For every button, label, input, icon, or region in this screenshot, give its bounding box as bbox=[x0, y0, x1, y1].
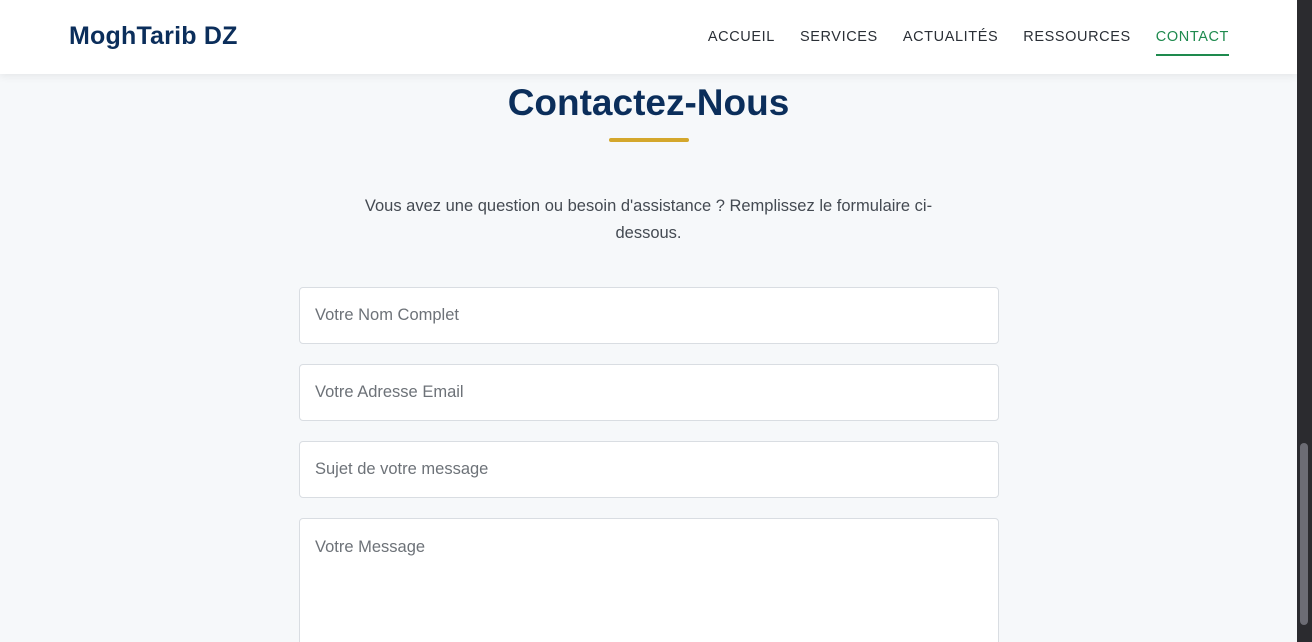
main-nav: ACCUEIL SERVICES ACTUALITÉS RESSOURCES C… bbox=[683, 29, 1229, 56]
scrollbar-thumb[interactable] bbox=[1300, 443, 1308, 625]
nav-item-ressources[interactable]: RESSOURCES bbox=[1023, 29, 1131, 56]
nav-item-contact[interactable]: CONTACT bbox=[1155, 29, 1229, 56]
site-header: MoghTarib DZ ACCUEIL SERVICES ACTUALITÉS… bbox=[0, 0, 1297, 74]
title-underline-divider bbox=[609, 138, 689, 142]
full-name-field[interactable] bbox=[299, 287, 999, 344]
nav-item-actualites[interactable]: ACTUALITÉS bbox=[903, 29, 998, 56]
nav-item-accueil[interactable]: ACCUEIL bbox=[708, 29, 775, 56]
message-textarea[interactable] bbox=[299, 518, 999, 642]
subject-field[interactable] bbox=[299, 441, 999, 498]
contact-intro-text: Vous avez une question ou besoin d'assis… bbox=[364, 197, 933, 242]
nav-item-services[interactable]: SERVICES bbox=[800, 29, 878, 56]
email-field[interactable] bbox=[299, 364, 999, 421]
page-scrollbar[interactable] bbox=[1297, 0, 1312, 642]
page-title: Contactez-Nous bbox=[507, 82, 790, 123]
site-logo[interactable]: MoghTarib DZ bbox=[69, 22, 238, 51]
page: MoghTarib DZ ACCUEIL SERVICES ACTUALITÉS… bbox=[0, 0, 1297, 642]
